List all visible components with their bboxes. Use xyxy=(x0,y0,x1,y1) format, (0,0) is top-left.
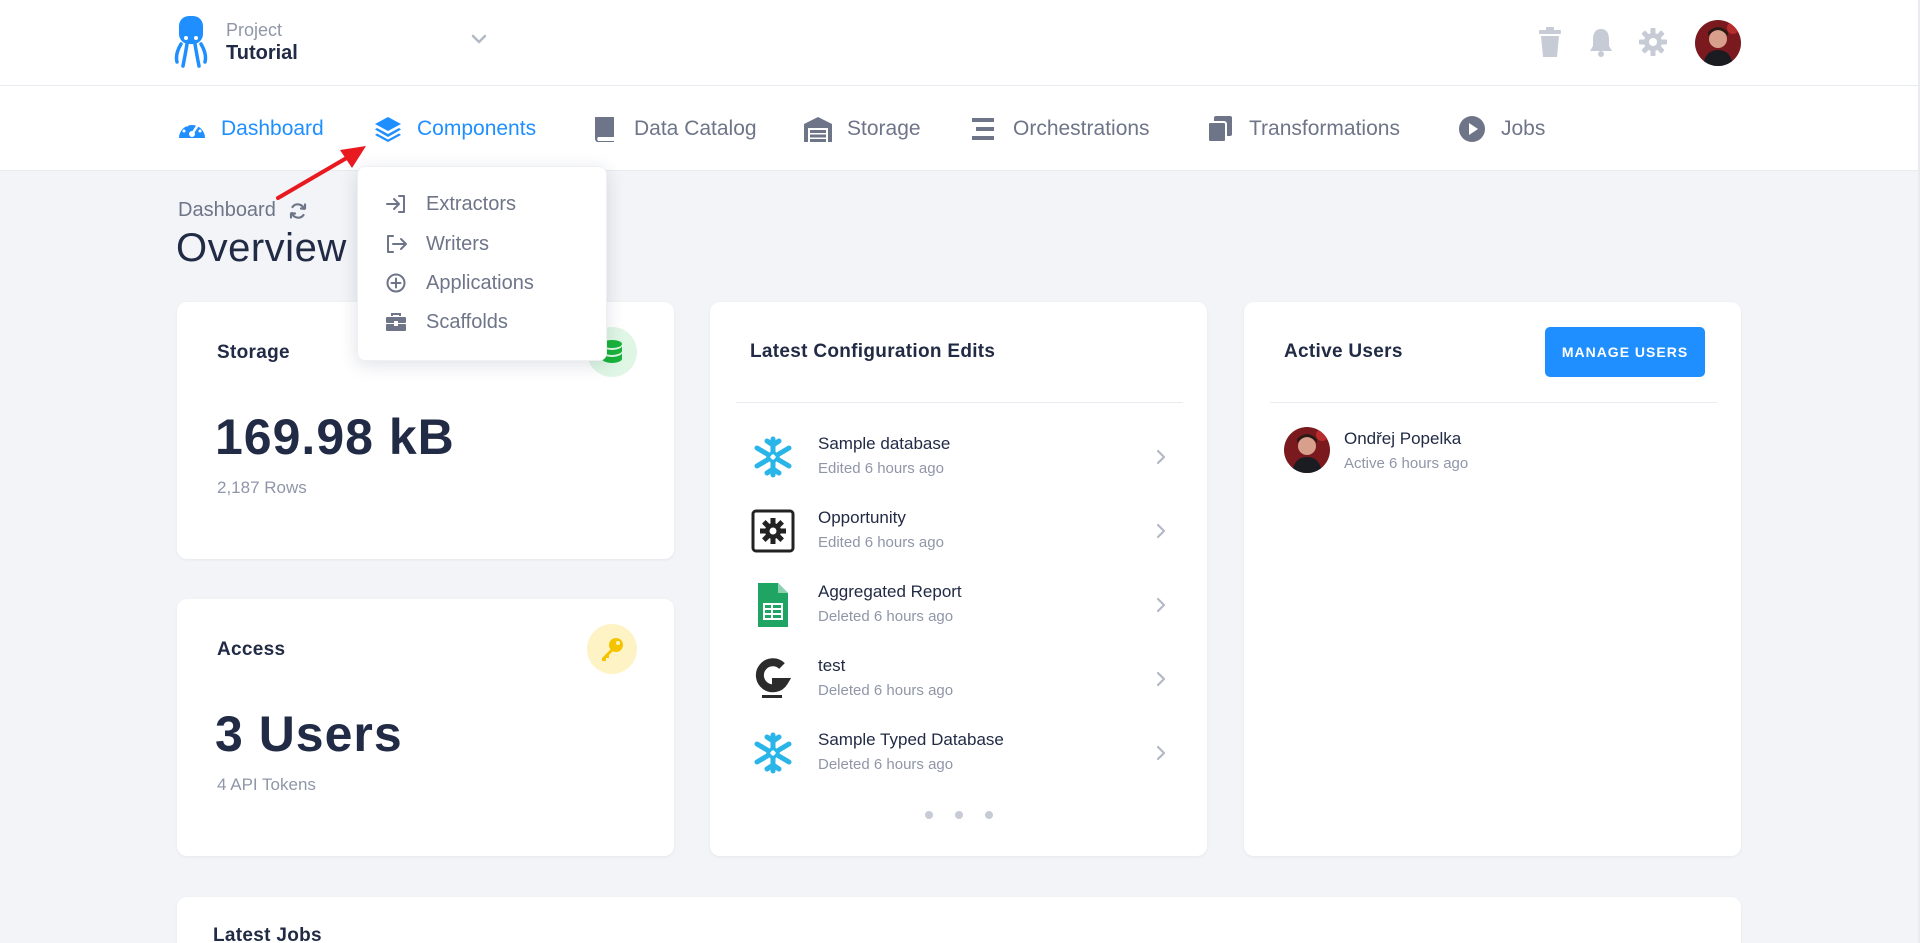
storage-rows: 2,187 Rows xyxy=(217,478,307,497)
sign-in-icon xyxy=(386,195,405,213)
active-users-title: Active Users xyxy=(1284,341,1403,362)
active-users-card: Active Users Ondřej Popelka Active 6 hou… xyxy=(1244,302,1741,856)
breadcrumb-dashboard[interactable]: Dashboard xyxy=(178,199,276,222)
nav-label: Transformations xyxy=(1249,116,1400,140)
project-name[interactable]: Tutorial xyxy=(226,42,298,65)
gear-icon[interactable] xyxy=(1638,26,1668,58)
nav-label: Orchestrations xyxy=(1013,116,1150,140)
config-edit-row[interactable]: Opportunity Edited 6 hours ago xyxy=(710,496,1207,570)
menu-item-applications[interactable]: Applications xyxy=(384,268,534,298)
snowflake-icon xyxy=(754,732,792,774)
toolbox-icon xyxy=(386,313,406,331)
config-name[interactable]: Sample database xyxy=(818,434,950,454)
key-icon xyxy=(602,638,623,661)
trash-icon[interactable] xyxy=(1535,26,1565,58)
config-meta: Edited 6 hours ago xyxy=(818,534,944,551)
nav-label: Storage xyxy=(847,116,921,140)
config-name[interactable]: test xyxy=(818,656,845,676)
chevron-right-icon[interactable] xyxy=(1155,596,1167,614)
divider xyxy=(736,402,1183,403)
gear-box-icon xyxy=(751,509,795,553)
chevron-right-icon[interactable] xyxy=(1155,744,1167,762)
config-name[interactable]: Opportunity xyxy=(818,508,906,528)
nav-transformations[interactable]: Transformations xyxy=(1205,86,1400,171)
chevron-right-icon[interactable] xyxy=(1155,670,1167,688)
book-icon xyxy=(594,116,614,142)
layers-icon xyxy=(375,116,401,142)
config-meta: Deleted 6 hours ago xyxy=(818,608,954,625)
config-name[interactable]: Sample Typed Database xyxy=(818,730,1004,750)
nav-label: Jobs xyxy=(1501,116,1546,140)
config-edits-card: Latest Configuration Edits Sample databa… xyxy=(710,302,1207,856)
config-meta: Edited 6 hours ago xyxy=(818,460,944,477)
menu-item-label: Scaffolds xyxy=(426,310,508,333)
copy-icon xyxy=(1207,115,1232,143)
config-meta: Deleted 6 hours ago xyxy=(818,756,954,773)
nav-orchestrations[interactable]: Orchestrations xyxy=(969,86,1150,171)
page-title: Overview xyxy=(176,226,347,270)
chevron-right-icon[interactable] xyxy=(1155,522,1167,540)
access-users: 3 Users xyxy=(215,706,403,762)
warehouse-icon xyxy=(804,116,832,142)
menu-item-scaffolds[interactable]: Scaffolds xyxy=(384,307,508,337)
top-bar: Project Tutorial xyxy=(0,0,1920,86)
access-badge xyxy=(587,624,637,674)
pagination-dot[interactable] xyxy=(954,811,963,819)
nav-label: Components xyxy=(417,116,537,140)
latest-jobs-title: Latest Jobs xyxy=(213,925,322,943)
chevron-down-icon[interactable] xyxy=(470,32,488,46)
snowflake-icon xyxy=(754,436,792,478)
menu-item-writers[interactable]: Writers xyxy=(384,229,489,259)
avatar[interactable] xyxy=(1284,427,1330,473)
menu-item-extractors[interactable]: Extractors xyxy=(384,189,516,219)
menu-item-label: Writers xyxy=(426,232,489,255)
sign-out-icon xyxy=(387,235,407,253)
pagination-dots[interactable] xyxy=(710,811,1207,819)
config-edit-row[interactable]: test Deleted 6 hours ago xyxy=(710,644,1207,718)
storage-size: 169.98 kB xyxy=(215,409,455,465)
nav-jobs[interactable]: Jobs xyxy=(1457,86,1545,171)
config-edit-row[interactable]: Aggregated Report Deleted 6 hours ago xyxy=(710,570,1207,644)
google-sheets-icon xyxy=(758,583,788,627)
nav-storage[interactable]: Storage xyxy=(803,86,921,171)
bars-icon xyxy=(972,117,994,140)
access-card[interactable]: Access 3 Users 4 API Tokens xyxy=(177,599,674,856)
pagination-dot[interactable] xyxy=(924,811,933,819)
bell-icon[interactable] xyxy=(1586,26,1616,58)
chevron-right-icon[interactable] xyxy=(1155,448,1167,466)
user-activity: Active 6 hours ago xyxy=(1344,455,1469,472)
menu-item-label: Extractors xyxy=(426,192,517,215)
keboola-logo-icon[interactable] xyxy=(173,16,209,68)
nav-label: Data Catalog xyxy=(634,116,757,140)
nav-data-catalog[interactable]: Data Catalog xyxy=(590,86,757,171)
user-avatar[interactable] xyxy=(1695,20,1741,66)
gooddata-icon xyxy=(755,658,792,698)
user-name[interactable]: Ondřej Popelka xyxy=(1344,429,1461,449)
manage-users-button[interactable]: MANAGE USERS xyxy=(1545,327,1705,377)
config-edit-row[interactable]: Sample database Edited 6 hours ago xyxy=(710,422,1207,496)
menu-item-label: Applications xyxy=(426,271,534,294)
annotation-arrow-icon xyxy=(276,146,366,200)
latest-jobs-card: Latest Jobs xyxy=(177,897,1741,943)
access-title: Access xyxy=(217,639,286,660)
speedometer-icon xyxy=(179,121,205,138)
storage-title: Storage xyxy=(217,342,290,363)
access-tokens: 4 API Tokens xyxy=(217,775,316,794)
config-name[interactable]: Aggregated Report xyxy=(818,582,962,602)
play-circle-icon xyxy=(1459,115,1485,142)
config-edits-title: Latest Configuration Edits xyxy=(750,341,996,362)
divider xyxy=(1270,402,1717,403)
config-edit-row[interactable]: Sample Typed Database Deleted 6 hours ag… xyxy=(710,718,1207,792)
nav-components[interactable]: Components xyxy=(373,86,536,171)
project-label: Project xyxy=(226,20,283,40)
plus-circle-icon xyxy=(386,273,406,293)
config-meta: Deleted 6 hours ago xyxy=(818,682,954,699)
components-dropdown-menu: Extractors Writers Applications Scaffold… xyxy=(357,166,607,361)
pagination-dot[interactable] xyxy=(984,811,993,819)
nav-label: Dashboard xyxy=(221,116,324,140)
